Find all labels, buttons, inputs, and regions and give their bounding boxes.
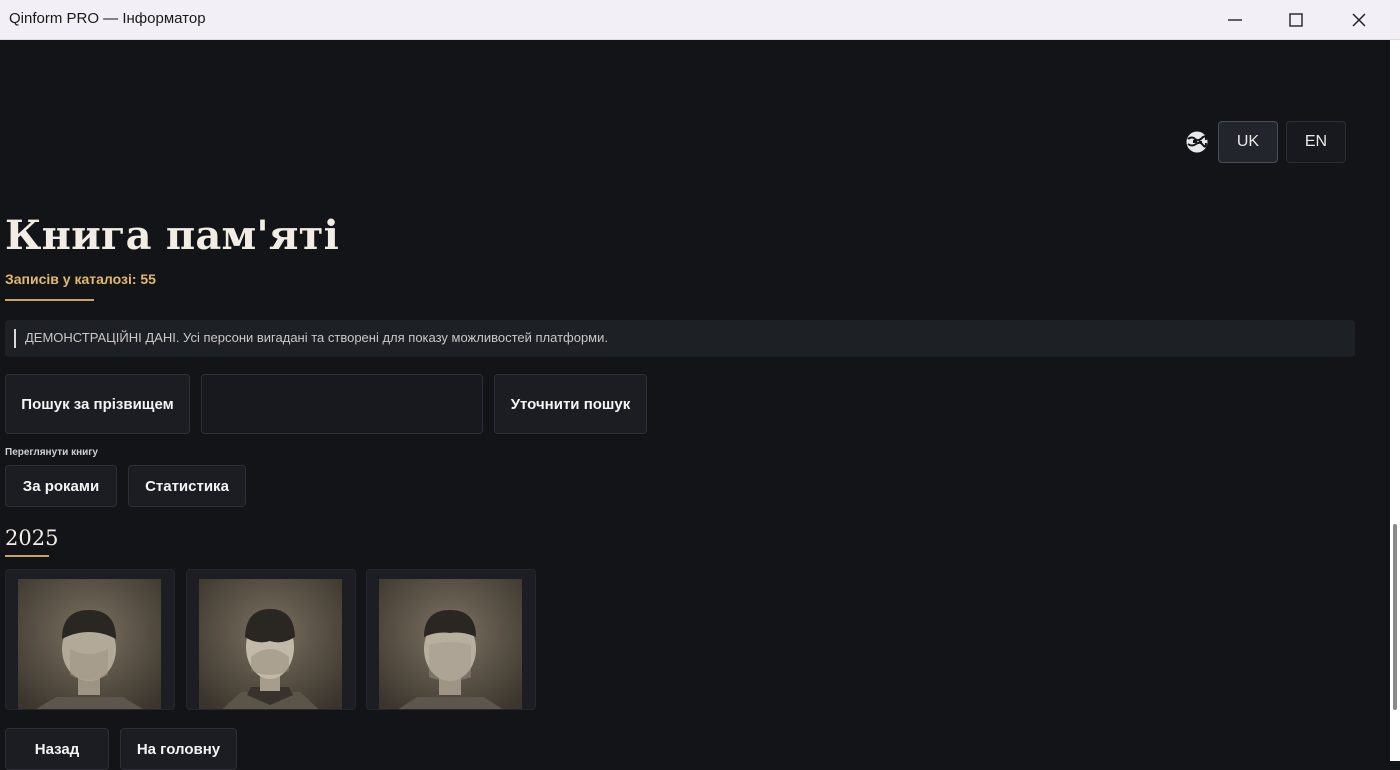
back-button[interactable]: Назад [5, 728, 109, 770]
search-input[interactable] [201, 374, 483, 434]
statistics-button[interactable]: Статистика [128, 465, 246, 507]
notice-accent-bar [14, 329, 16, 348]
person-card[interactable] [366, 569, 536, 710]
scrollbar-thumb[interactable] [1393, 524, 1397, 710]
close-button[interactable] [1328, 0, 1390, 40]
search-by-surname-button[interactable]: Пошук за прізвищем [5, 374, 190, 434]
language-switcher: UK EN [1185, 121, 1354, 163]
demo-notice: ДЕМОНСТРАЦІЙНІ ДАНІ. Усі персони вигадан… [5, 320, 1355, 357]
lang-en-button[interactable]: EN [1286, 121, 1346, 163]
by-years-button[interactable]: За роками [5, 465, 117, 507]
window-titlebar: Qinform PRO — Інформатор [0, 0, 1400, 40]
person-card[interactable] [5, 569, 175, 710]
refine-search-button[interactable]: Уточнити пошук [494, 374, 647, 434]
notice-text: ДЕМОНСТРАЦІЙНІ ДАНІ. Усі персони вигадан… [25, 330, 608, 345]
maximize-icon [1289, 13, 1303, 27]
vertical-scrollbar[interactable] [1390, 40, 1400, 761]
home-button[interactable]: На головну [120, 728, 237, 770]
person-silhouette-icon [199, 579, 342, 709]
minimize-button[interactable] [1204, 0, 1266, 40]
window-title: Qinform PRO — Інформатор [9, 10, 206, 27]
close-icon [1352, 13, 1366, 27]
app-content: UK EN Книга пам'яті Записів у каталозі: … [0, 40, 1390, 770]
title-underline [5, 299, 94, 301]
person-card[interactable] [186, 569, 356, 710]
minimize-icon [1228, 19, 1242, 21]
person-silhouette-icon [18, 579, 161, 709]
lang-uk-button[interactable]: UK [1218, 121, 1278, 163]
records-count: Записів у каталозі: 55 [5, 271, 156, 287]
maximize-button[interactable] [1265, 0, 1327, 40]
year-underline [5, 555, 49, 557]
browse-book-label: Переглянути книгу [5, 447, 98, 458]
year-heading: 2025 [5, 526, 59, 550]
page-title: Книга пам'яті [5, 212, 340, 259]
person-silhouette-icon [379, 579, 522, 709]
globe-icon [1186, 131, 1208, 153]
